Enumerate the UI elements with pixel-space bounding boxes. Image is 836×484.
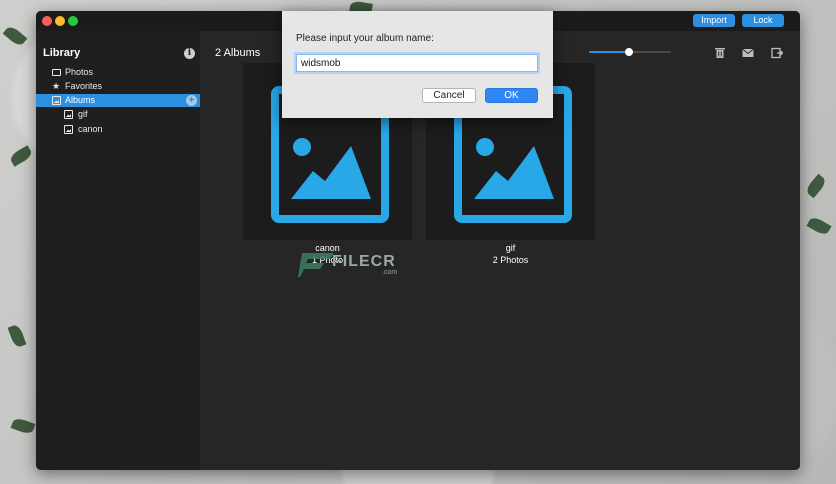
add-album-icon[interactable]: + [186, 95, 197, 106]
close-window-button[interactable] [42, 16, 52, 26]
info-icon[interactable]: i [184, 48, 195, 59]
sidebar-item-albums[interactable]: Albums + [36, 94, 200, 107]
zoom-slider[interactable] [589, 48, 671, 56]
album-name-dialog: Please input your album name: Cancel OK [282, 11, 553, 118]
album-photo-count: 2 Photos [492, 255, 529, 265]
watermark: FILECR .com [296, 247, 406, 281]
minimize-window-button[interactable] [55, 16, 65, 26]
library-title: Library [43, 47, 81, 59]
leaf-decoration [2, 24, 28, 48]
leaf-decoration [806, 215, 832, 237]
album-icon [64, 125, 73, 134]
star-icon: ★ [52, 81, 61, 91]
dialog-prompt: Please input your album name: [296, 33, 434, 44]
sidebar-item-label: Photos [65, 67, 94, 77]
sidebar-item-canon[interactable]: canon [36, 123, 200, 136]
leaf-decoration [8, 145, 34, 167]
zoom-slider-fill [589, 51, 630, 53]
cancel-button[interactable]: Cancel [422, 88, 476, 103]
album-icon [64, 110, 73, 119]
photo-icon [52, 69, 61, 76]
albums-count: 2 Albums [215, 47, 261, 59]
leaf-decoration [804, 173, 828, 199]
sidebar: Library i Photos ★ Favorites Albums + gi… [36, 31, 200, 470]
zoom-slider-handle[interactable] [625, 48, 634, 56]
export-icon[interactable] [771, 47, 783, 59]
lock-button[interactable]: Lock [742, 14, 784, 27]
leaf-decoration [10, 416, 36, 436]
sidebar-item-label: Albums [65, 95, 96, 105]
album-name-input[interactable] [296, 54, 538, 72]
maximize-window-button[interactable] [68, 16, 78, 26]
watermark-logo-icon [298, 253, 334, 277]
import-button[interactable]: Import [693, 14, 735, 27]
sidebar-item-label: Favorites [65, 81, 103, 91]
mail-icon[interactable] [742, 47, 754, 59]
ok-button[interactable]: OK [485, 88, 538, 103]
sidebar-item-photos[interactable]: Photos [36, 66, 200, 79]
sidebar-item-favorites[interactable]: ★ Favorites [36, 80, 200, 93]
sidebar-item-gif[interactable]: gif [36, 108, 200, 121]
sidebar-item-label: gif [78, 109, 88, 119]
watermark-suffix: .com [382, 269, 398, 276]
sidebar-item-label: canon [78, 124, 103, 134]
album-icon [52, 96, 61, 105]
leaf-decoration [7, 323, 27, 349]
trash-icon[interactable] [714, 47, 726, 59]
album-name: gif [505, 243, 516, 253]
